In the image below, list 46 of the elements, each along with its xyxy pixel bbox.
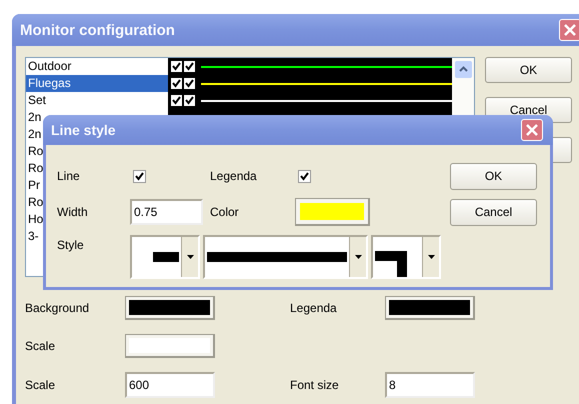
- channel-name[interactable]: Outdoor: [26, 58, 168, 75]
- checkbox-icon[interactable]: [184, 95, 195, 106]
- checkbox-icon[interactable]: [171, 78, 182, 89]
- dialog-title: Line style: [51, 122, 117, 138]
- setting-label: Font size: [290, 378, 340, 392]
- close-button[interactable]: [559, 19, 579, 41]
- checkbox-icon[interactable]: [184, 78, 195, 89]
- style-dropdown[interactable]: [130, 235, 200, 279]
- input-field[interactable]: 600: [125, 372, 215, 398]
- scroll-up-icon[interactable]: [454, 61, 472, 78]
- close-icon: [525, 123, 539, 137]
- caret-icon: [428, 255, 434, 259]
- channel-name[interactable]: Set: [26, 92, 168, 109]
- caret-icon: [186, 255, 194, 259]
- field-label: Width: [57, 205, 89, 219]
- color-button[interactable]: [125, 296, 215, 320]
- ok-button[interactable]: OK: [450, 162, 537, 190]
- setting-label: Scale: [25, 339, 56, 353]
- color-button[interactable]: [385, 296, 475, 320]
- checkbox-icon[interactable]: [184, 61, 195, 72]
- checkbox[interactable]: [133, 170, 146, 182]
- style-dropdown[interactable]: [203, 235, 368, 279]
- width-field[interactable]: 0.75: [130, 199, 203, 225]
- channel-name[interactable]: Fluegas: [26, 75, 168, 92]
- setting-label: Legenda: [290, 301, 338, 315]
- checkbox-icon[interactable]: [171, 61, 182, 72]
- close-icon: [563, 23, 577, 37]
- color-button[interactable]: [125, 334, 215, 358]
- checkbox[interactable]: [298, 170, 311, 182]
- field-label: Legenda: [210, 169, 258, 183]
- checkbox-icon[interactable]: [171, 95, 182, 106]
- dialog-button[interactable]: OK: [485, 57, 572, 83]
- field-label: Color: [210, 205, 240, 219]
- style-dropdown[interactable]: [371, 235, 441, 279]
- caret-icon: [354, 255, 362, 259]
- line-join-icon: [375, 251, 407, 277]
- field-label: Style: [57, 237, 85, 252]
- setting-label: Background: [25, 301, 90, 315]
- setting-label: Scale: [25, 378, 56, 392]
- cancel-button[interactable]: Cancel: [450, 198, 537, 226]
- input-field[interactable]: 8: [385, 372, 475, 398]
- field-label: Line: [57, 169, 81, 183]
- close-button[interactable]: [521, 119, 543, 141]
- window-title: Monitor configuration: [20, 22, 176, 38]
- dash-style-icon: [153, 252, 179, 262]
- color-button[interactable]: [295, 198, 370, 226]
